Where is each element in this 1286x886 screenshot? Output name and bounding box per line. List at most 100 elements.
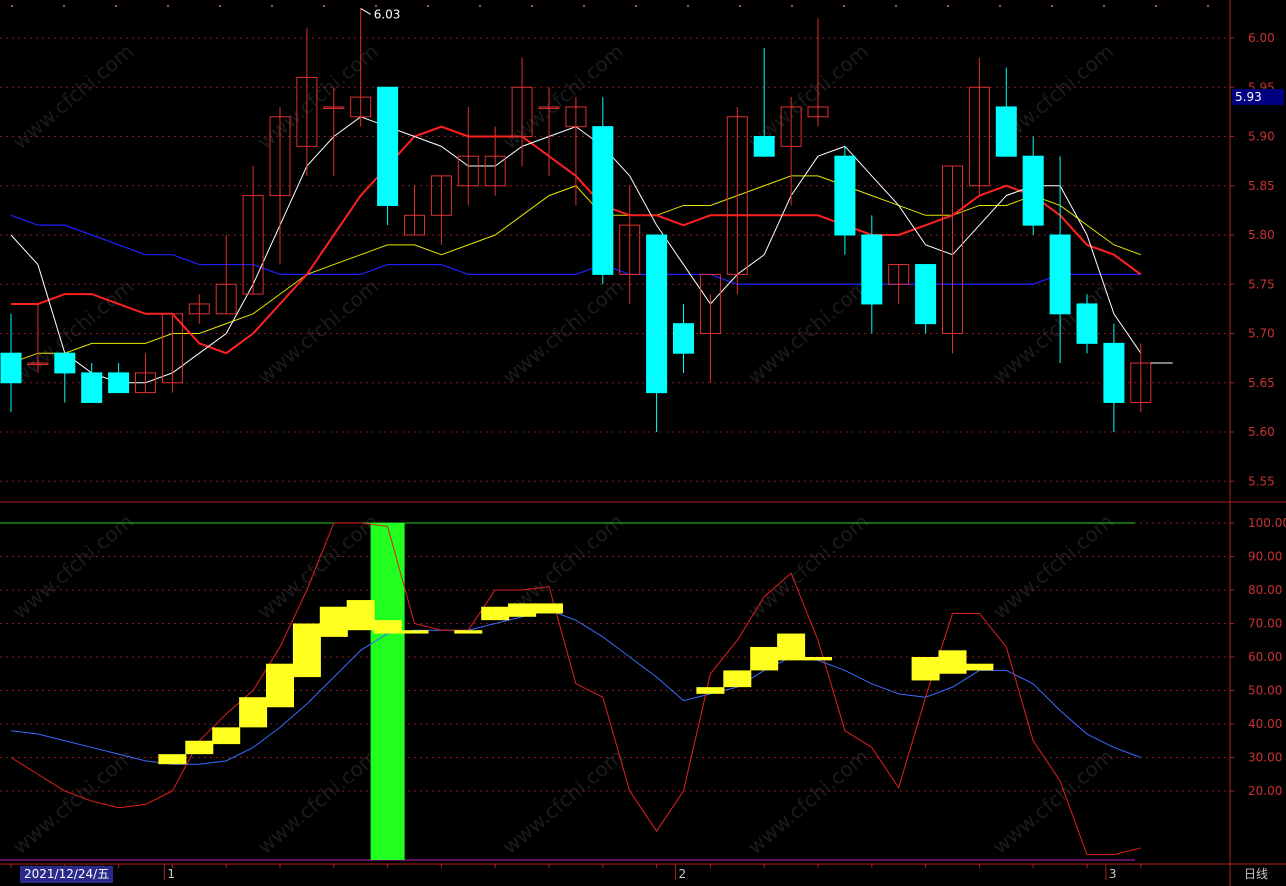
- price-tick-label: 5.70: [1248, 327, 1275, 341]
- watermark-text: www.cfchi.com: [253, 744, 383, 859]
- candle-up: [565, 97, 587, 206]
- osc-tick-label: 60.00: [1248, 650, 1282, 664]
- osc-yellow-block: [454, 630, 483, 634]
- chart-stage: www.cfchi.com www.cfchi.com www.cfchi.com w…: [0, 0, 1286, 886]
- candle-body: [646, 234, 668, 394]
- osc-yellow-block: [723, 670, 752, 688]
- osc-yellow-block: [938, 650, 967, 674]
- top-marker-dot: [63, 5, 65, 7]
- candle-down: [0, 313, 22, 413]
- top-marker-dot: [271, 5, 273, 7]
- osc-yellow-block: [777, 633, 806, 661]
- price-tick-label: 5.55: [1248, 474, 1275, 488]
- osc-tick-label: 20.00: [1248, 784, 1282, 798]
- candle-down: [646, 234, 668, 432]
- watermark-text: www.cfchi.com: [253, 39, 383, 154]
- top-marker-dot: [1207, 5, 1209, 7]
- candle-body: [377, 86, 399, 206]
- top-marker-dot: [843, 5, 845, 7]
- osc-yellow-block: [911, 657, 940, 681]
- candle-down: [1022, 136, 1044, 235]
- watermark-text: www.cfchi.com: [498, 744, 628, 859]
- candle-body: [1076, 303, 1098, 344]
- top-marker-dot: [635, 5, 637, 7]
- top-marker-dot: [323, 5, 325, 7]
- candle-up: [699, 273, 721, 383]
- price-tick-label: 5.90: [1248, 130, 1275, 144]
- top-marker-dot: [427, 5, 429, 7]
- candle-up: [135, 353, 156, 394]
- watermark-text: www.cfchi.com: [743, 744, 873, 859]
- top-marker-dot: [791, 5, 793, 7]
- time-tick-label: 2: [679, 867, 687, 881]
- candle-body: [673, 323, 694, 354]
- osc-yellow-block: [508, 603, 537, 617]
- osc-slow-line: [10, 609, 1141, 765]
- candle-up: [404, 185, 425, 236]
- candle-body: [0, 352, 22, 384]
- candle-down: [592, 97, 614, 285]
- osc-tick-label: 80.00: [1248, 583, 1282, 597]
- max-annotation-label: 6.03: [374, 7, 401, 21]
- top-marker-dot: [947, 5, 949, 7]
- price-tick-label: 5.75: [1248, 277, 1275, 291]
- candle-up: [888, 264, 910, 304]
- watermark-text: www.cfchi.com: [743, 509, 873, 624]
- candle-body: [995, 106, 1017, 157]
- watermark-text: www.cfchi.com: [253, 274, 383, 389]
- candle-body: [753, 136, 775, 157]
- top-marker-dot: [687, 5, 689, 7]
- osc-yellow-block: [373, 620, 402, 634]
- osc-tick-label: 50.00: [1248, 684, 1282, 698]
- price-tick-label: 5.80: [1248, 228, 1275, 242]
- candle-down: [54, 352, 76, 403]
- candle-up: [942, 165, 963, 354]
- watermark-text: www.cfchi.com: [498, 274, 628, 389]
- candle-down: [834, 146, 856, 255]
- top-marker-dot: [167, 5, 169, 7]
- price-tick-label: 6.00: [1248, 31, 1275, 45]
- watermark-text: www.cfchi.com: [988, 744, 1118, 859]
- osc-yellow-block: [292, 623, 321, 678]
- osc-yellow-block: [804, 657, 832, 661]
- osc-yellow-block: [535, 603, 563, 614]
- top-marker-dot: [115, 5, 117, 7]
- last-price-tag: 5.93: [1232, 89, 1284, 105]
- period-label[interactable]: 日线: [1244, 866, 1268, 883]
- kline-chart-canvas[interactable]: www.cfchi.com www.cfchi.com www.cfchi.com w…: [0, 0, 1286, 886]
- watermark-text: www.cfchi.com: [8, 509, 138, 624]
- osc-tick-label: 100.00: [1248, 516, 1286, 530]
- candle-up: [968, 57, 990, 196]
- watermark-layer: www.cfchi.com www.cfchi.com www.cfchi.com w…: [8, 39, 1118, 859]
- candle-body: [1103, 342, 1125, 403]
- osc-yellow-block: [185, 740, 214, 755]
- osc-yellow-block: [346, 600, 375, 631]
- osc-yellow-block: [750, 646, 779, 671]
- candle-body: [81, 372, 103, 403]
- price-tick-label: 5.65: [1248, 376, 1275, 390]
- candle-down: [753, 47, 775, 157]
- osc-yellow-block: [239, 697, 268, 728]
- candle-body: [861, 234, 883, 305]
- osc-tick-label: 70.00: [1248, 617, 1282, 631]
- candle-down: [81, 363, 103, 403]
- current-date-box: 2021/12/24/五: [20, 866, 114, 883]
- time-tick-label: 3: [1109, 867, 1117, 881]
- osc-tick-label: 90.00: [1248, 550, 1282, 564]
- osc-yellow-block: [481, 606, 510, 621]
- signal-bar: [370, 523, 405, 860]
- osc-yellow-block: [158, 754, 187, 765]
- max-annotation-pointer: [360, 8, 371, 15]
- candle-up: [1130, 343, 1152, 413]
- candle-down: [108, 363, 130, 394]
- top-marker-dot: [219, 5, 221, 7]
- price-tick-label: 5.85: [1248, 179, 1275, 193]
- candle-down: [995, 67, 1017, 157]
- top-marker-dot: [739, 5, 741, 7]
- osc-tick-label: 40.00: [1248, 717, 1282, 731]
- candle-up: [457, 106, 479, 206]
- top-marker-dot: [531, 5, 533, 7]
- top-marker-dot: [479, 5, 481, 7]
- candle-up: [161, 313, 183, 393]
- top-marker-dot: [583, 5, 585, 7]
